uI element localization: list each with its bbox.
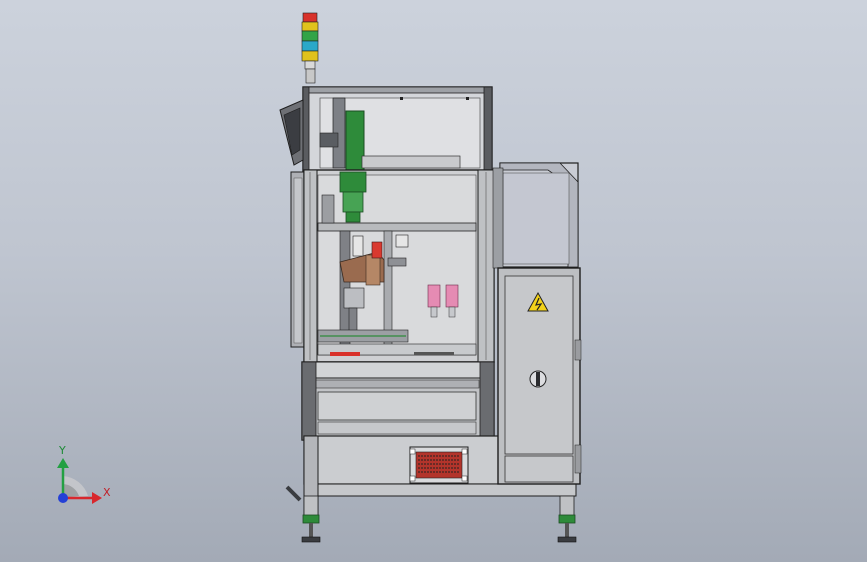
main-frame	[303, 169, 495, 363]
leveling-feet	[301, 495, 577, 543]
cad-viewport[interactable]: X Y	[0, 0, 867, 562]
coordinate-triad-icon: X Y	[57, 444, 111, 504]
signal-tower-light	[301, 12, 319, 84]
cabinet-lock-icon[interactable]	[529, 370, 547, 388]
triad-x-label: X	[103, 486, 111, 499]
upper-enclosure	[279, 86, 493, 173]
left-side-panel	[290, 171, 306, 348]
lower-cabinet	[301, 361, 495, 441]
electrical-cabinet	[492, 162, 582, 485]
triad-y-label: Y	[58, 444, 66, 457]
